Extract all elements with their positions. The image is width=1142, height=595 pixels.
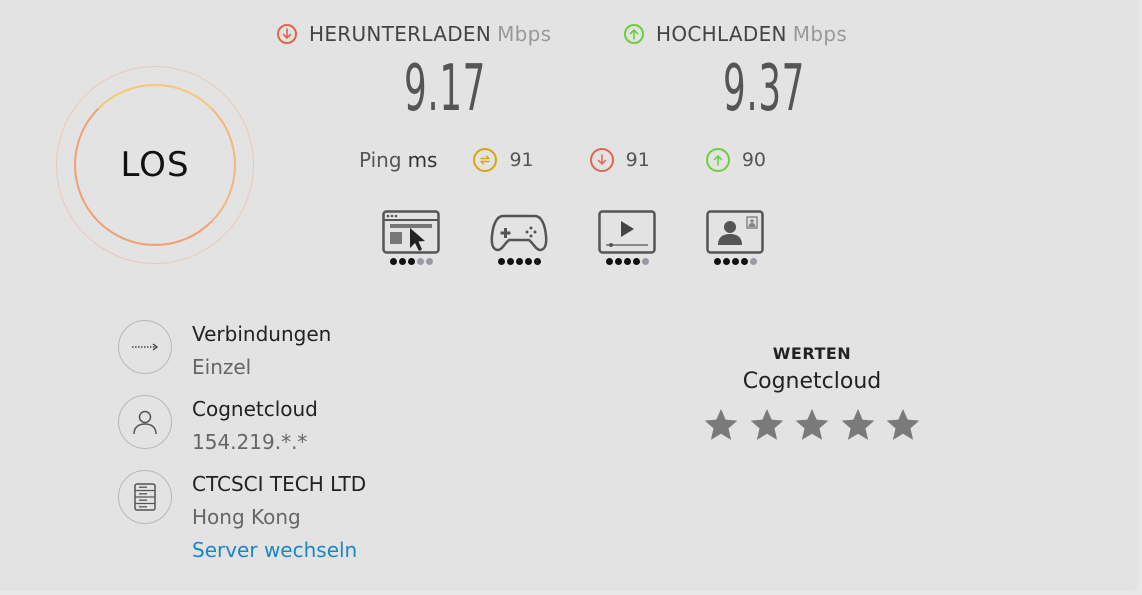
usage-score-dots bbox=[705, 258, 765, 265]
idle-latency-icon bbox=[473, 148, 498, 172]
star-icon[interactable] bbox=[748, 406, 786, 444]
download-unit: Mbps bbox=[497, 22, 552, 46]
star-icon[interactable] bbox=[839, 406, 877, 444]
server-name: CTCSCI TECH LTD bbox=[192, 472, 367, 496]
usage-video-chat[interactable] bbox=[705, 210, 765, 265]
web-browsing-icon bbox=[382, 210, 440, 254]
connections-value: Einzel bbox=[192, 355, 252, 379]
score-dot bbox=[749, 258, 757, 265]
gaming-icon bbox=[490, 214, 548, 252]
connections-row: Verbindungen Einzel bbox=[118, 320, 331, 381]
speedtest-panel: LOS HERUNTERLADEN Mbps 9.17 HOCHLADEN Mb… bbox=[0, 0, 1138, 591]
rating-provider: Cognetcloud bbox=[742, 369, 882, 394]
score-dot bbox=[506, 258, 514, 265]
go-button-wrapper: LOS bbox=[56, 66, 254, 264]
score-dot bbox=[398, 258, 406, 265]
download-label: HERUNTERLADEN bbox=[309, 22, 492, 46]
video-chat-icon bbox=[706, 210, 764, 254]
score-dot bbox=[605, 258, 613, 265]
ping-row: Ping ms 91 91 90 bbox=[359, 148, 766, 172]
rating-stars bbox=[700, 406, 924, 444]
score-dot bbox=[416, 258, 424, 265]
score-dot bbox=[722, 258, 730, 265]
score-dot bbox=[407, 258, 415, 265]
score-dot bbox=[497, 258, 505, 265]
star-icon[interactable] bbox=[793, 406, 831, 444]
server-location: Hong Kong bbox=[192, 505, 301, 529]
download-metric: HERUNTERLADEN Mbps bbox=[277, 22, 577, 46]
score-dot bbox=[389, 258, 397, 265]
provider-name: Cognetcloud bbox=[192, 397, 318, 421]
ping-idle-value: 91 bbox=[509, 149, 534, 171]
star-icon[interactable] bbox=[884, 406, 922, 444]
server-row: CTCSCI TECH LTD Hong Kong Server wechsel… bbox=[118, 470, 366, 564]
connections-title: Verbindungen bbox=[192, 322, 332, 346]
score-dot bbox=[641, 258, 649, 265]
download-arrow-icon bbox=[277, 24, 297, 44]
rating-block: WERTEN Cognetcloud bbox=[700, 344, 924, 444]
connections-arrow-icon[interactable] bbox=[118, 320, 172, 374]
ping-download-value: 91 bbox=[625, 149, 650, 171]
rating-title: WERTEN bbox=[772, 344, 852, 363]
provider-row: Cognetcloud 154.219.*.* bbox=[118, 395, 318, 456]
upload-metric: HOCHLADEN Mbps bbox=[624, 22, 924, 46]
download-value: 9.17 bbox=[404, 52, 486, 126]
usage-video-streaming[interactable] bbox=[597, 210, 657, 265]
score-dot bbox=[632, 258, 640, 265]
score-dot bbox=[731, 258, 739, 265]
star-icon[interactable] bbox=[702, 406, 740, 444]
go-button[interactable]: LOS bbox=[74, 84, 236, 246]
usage-web-browsing[interactable] bbox=[381, 210, 441, 265]
upload-unit: Mbps bbox=[792, 22, 848, 46]
score-dot bbox=[515, 258, 523, 265]
upload-latency-icon bbox=[705, 148, 730, 172]
score-dot bbox=[713, 258, 721, 265]
usage-score-dots bbox=[489, 258, 549, 265]
ping-unit: ms bbox=[407, 148, 438, 172]
server-icon bbox=[118, 470, 172, 524]
upload-label: HOCHLADEN bbox=[656, 22, 787, 46]
change-server-link[interactable]: Server wechseln bbox=[192, 536, 366, 564]
provider-ip: 154.219.*.* bbox=[192, 430, 308, 454]
usage-score-dots bbox=[381, 258, 441, 265]
score-dot bbox=[524, 258, 532, 265]
ping-label: Ping bbox=[359, 148, 402, 172]
score-dot bbox=[533, 258, 541, 265]
download-latency-icon bbox=[589, 148, 614, 172]
video-streaming-icon bbox=[598, 210, 656, 254]
ping-upload-value: 90 bbox=[741, 149, 767, 171]
usage-gaming[interactable] bbox=[489, 210, 549, 265]
score-dot bbox=[614, 258, 622, 265]
upload-value: 9.37 bbox=[723, 52, 805, 126]
usage-score-dots bbox=[597, 258, 657, 265]
score-dot bbox=[623, 258, 631, 265]
upload-arrow-icon bbox=[624, 24, 644, 44]
score-dot bbox=[740, 258, 748, 265]
score-dot bbox=[425, 258, 433, 265]
user-icon bbox=[118, 395, 172, 449]
go-button-label: LOS bbox=[120, 145, 190, 185]
